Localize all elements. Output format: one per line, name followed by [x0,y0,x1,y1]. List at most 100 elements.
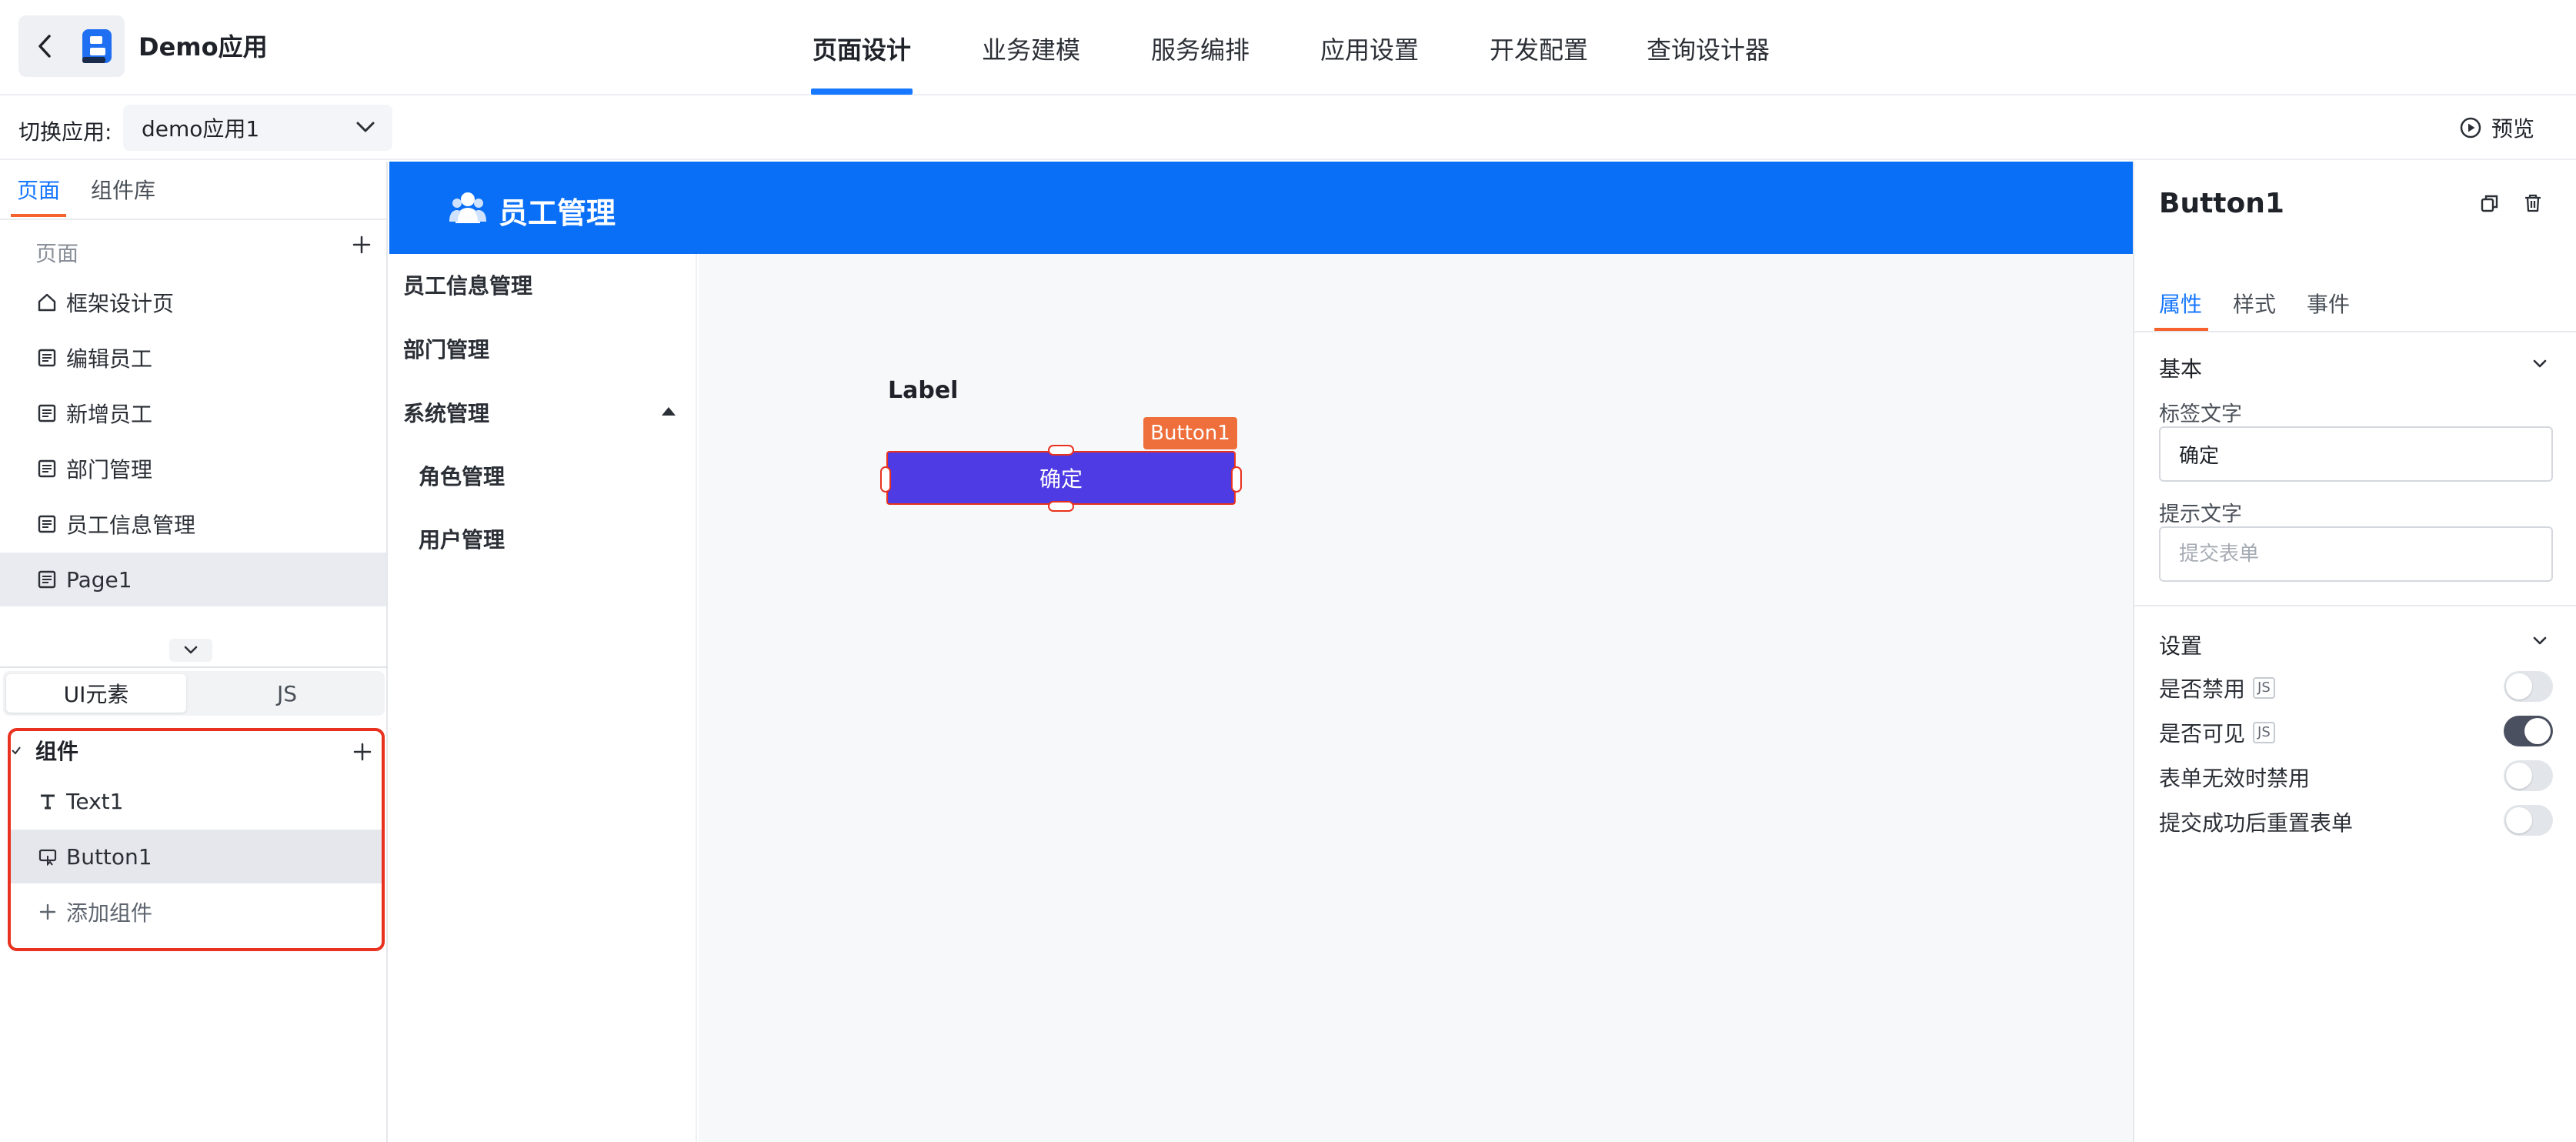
canvas-label[interactable]: Label [888,377,958,404]
setting-reset-after-submit: 提交成功后重置表单 [2159,806,2353,837]
divider [2134,605,2576,606]
delete-component-button[interactable] [2522,192,2544,214]
preview-button[interactable]: 预览 [2459,112,2534,143]
page-item-selected[interactable]: Page1 [0,553,386,606]
trash-icon [2525,194,2541,212]
component-item[interactable]: Text1 [11,774,382,828]
setting-label: 表单无效时禁用 [2159,766,2311,791]
add-component-button[interactable]: 添加组件 [11,885,382,939]
pages-header: 页面 [35,241,79,266]
disable-when-invalid-toggle[interactable] [2504,760,2553,791]
basic-section-title: 基本 [2159,356,2203,382]
resize-handle-top[interactable] [1048,445,1074,456]
page-item-label: 新增员工 [66,402,153,427]
tab-app-settings[interactable]: 应用设置 [1320,31,1419,66]
toggle-knob [2506,807,2532,833]
chevron-left-icon [38,35,51,58]
disabled-toggle[interactable] [2504,671,2553,702]
page-icon [38,515,56,533]
label-text-input[interactable] [2159,426,2553,482]
page-item[interactable]: 编辑员工 [0,331,386,385]
page-item-label: 部门管理 [66,457,153,483]
back-button[interactable] [18,15,71,77]
chevron-down-icon[interactable] [2531,634,2548,648]
tab-page-design[interactable]: 页面设计 [813,31,911,66]
canvas-confirm-button[interactable]: 确定 [886,451,1236,505]
toggle-knob [2524,718,2551,744]
hint-text-field-label: 提示文字 [2159,503,2242,526]
component-item-label: Text1 [66,788,124,814]
copy-icon [2481,195,2498,212]
page-item-label: 编辑员工 [66,346,153,372]
collapse-pages-button[interactable] [169,639,212,662]
components-header[interactable]: 组件 [11,731,383,773]
plus-icon [39,903,56,920]
chevron-down-icon[interactable] [2531,357,2548,371]
canvas-submenu-item[interactable]: 用户管理 [419,523,505,554]
canvas-menu-item[interactable]: 员工信息管理 [403,269,532,300]
setting-visible: 是否可见 JS [2159,717,2275,748]
js-binding-badge[interactable]: JS [2253,722,2275,743]
page-icon [38,570,56,589]
chevron-down-icon [356,122,375,132]
check-icon [12,746,21,755]
divider [2134,331,2576,332]
tab-properties[interactable]: 属性 [2159,288,2202,319]
segment-js[interactable]: JS [197,674,377,713]
tab-component-library[interactable]: 组件库 [91,174,155,205]
page-item[interactable]: 员工信息管理 [0,497,386,551]
switch-app-label: 切换应用: [18,119,112,145]
divider [0,666,388,668]
selected-component-title: Button1 [2159,188,2284,219]
button-icon [38,849,57,866]
resize-handle-bottom[interactable] [1048,501,1074,512]
play-circle-icon [2460,117,2481,139]
plus-icon [353,743,372,761]
canvas-submenu-item[interactable]: 角色管理 [419,460,505,491]
label-text-field-label: 标签文字 [2159,402,2242,426]
visible-toggle[interactable] [2504,716,2553,746]
tab-pages[interactable]: 页面 [17,174,60,205]
reset-after-submit-toggle[interactable] [2504,805,2553,836]
page-item-label: Page1 [66,566,132,593]
tab-query-designer[interactable]: 查询设计器 [1647,31,1770,66]
chevron-down-icon [184,646,198,654]
canvas-menu-item[interactable]: 部门管理 [403,333,489,364]
home-icon [38,293,56,312]
canvas-app-title: 员工管理 [499,196,616,230]
divider [0,219,388,220]
copy-component-button[interactable] [2479,192,2501,214]
page-item[interactable]: 部门管理 [0,442,386,496]
page-icon [38,349,56,367]
app-logo [71,15,125,77]
selected-app-value: demo应用1 [142,116,260,142]
tab-styles[interactable]: 样式 [2233,288,2276,319]
text-icon [41,794,55,810]
tab-business-model[interactable]: 业务建模 [982,31,1080,66]
toggle-knob [2506,673,2532,700]
component-item-selected[interactable]: Button1 [11,830,382,883]
add-page-button[interactable] [351,234,372,255]
active-tab-indicator [811,88,913,95]
setting-disabled: 是否禁用 JS [2159,673,2275,703]
app-logo-icon [82,29,112,63]
resize-handle-right[interactable] [1231,466,1242,493]
tab-dev-config[interactable]: 开发配置 [1490,31,1588,66]
resize-handle-left[interactable] [880,466,891,493]
page-item[interactable]: 新增员工 [0,386,386,440]
setting-disable-when-invalid: 表单无效时禁用 [2159,762,2310,793]
caret-up-icon[interactable] [660,405,677,417]
page-item[interactable]: 框架设计页 [0,275,386,329]
app-select-dropdown[interactable]: demo应用1 [123,105,392,151]
canvas-side-menu [389,254,697,1142]
users-icon [449,189,486,225]
tab-service-orchestration[interactable]: 服务编排 [1151,31,1250,66]
tab-events[interactable]: 事件 [2307,288,2350,319]
js-binding-badge[interactable]: JS [2253,677,2275,699]
canvas-menu-item[interactable]: 系统管理 [403,397,489,428]
add-component-plus-button[interactable] [352,742,372,762]
components-title: 组件 [35,739,79,764]
app-name: Demo应用 [138,32,268,62]
hint-text-input[interactable] [2159,526,2553,582]
segment-ui-elements[interactable]: UI元素 [6,674,186,713]
